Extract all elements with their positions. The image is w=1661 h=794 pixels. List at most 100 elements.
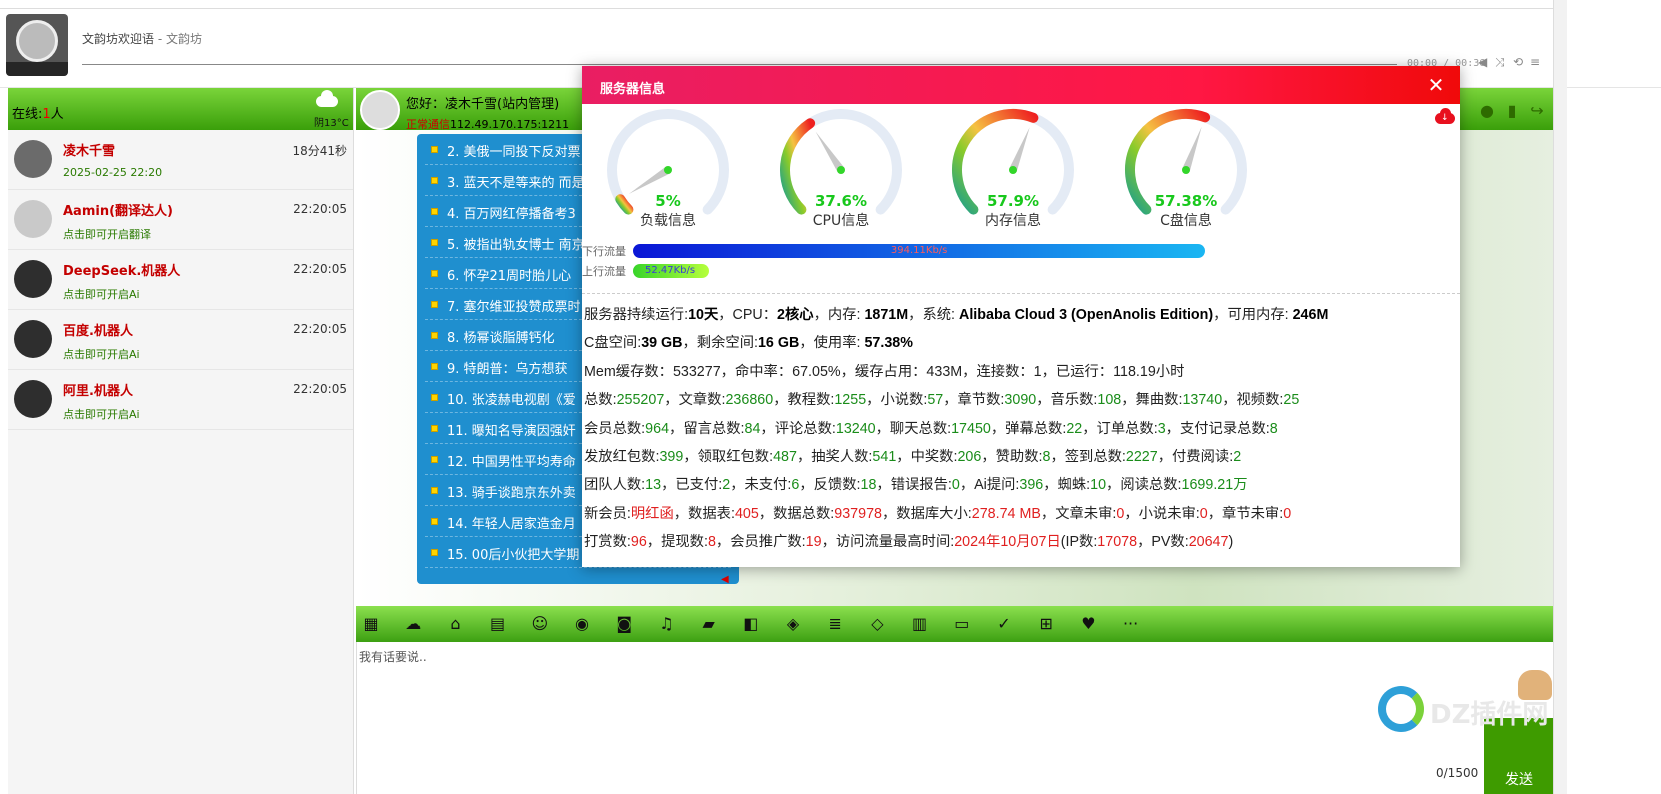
user-avatar[interactable] (14, 320, 52, 358)
speaker-icon[interactable]: ◀ (721, 574, 729, 584)
stats-label: ，内存: (813, 307, 865, 323)
welcome-title: 文韵坊欢迎语 (82, 32, 155, 46)
id-card-icon[interactable]: ▤ (488, 614, 508, 634)
bank-icon[interactable]: ⌂ (445, 614, 465, 634)
grid-icon[interactable]: ▦ (361, 614, 381, 634)
stats-label: ，聊天总数: (875, 420, 952, 437)
music-icon[interactable]: ♫ (656, 614, 676, 634)
stats-label: ，小说数: (866, 392, 928, 409)
stats-label: ，评论总数: (760, 420, 836, 437)
message-input[interactable]: 我有话要说.. (359, 648, 427, 665)
stats-label: ，小说未审: (1124, 505, 1200, 522)
smile-icon[interactable]: ☺ (530, 614, 550, 634)
user-name[interactable]: 百度.机器人 (63, 320, 133, 339)
user-desc: 点击即可开启翻译 (63, 228, 151, 241)
news-title[interactable]: 10. 张凌赫电视剧《爱 (447, 389, 576, 408)
news-title[interactable]: 15. 00后小伙把大学期 (447, 544, 579, 563)
diamond-icon[interactable]: ◇ (867, 614, 887, 634)
stats-value: 57 (927, 392, 944, 409)
puzzle-icon[interactable]: ◧ (741, 614, 761, 634)
user-list-item[interactable]: Aamin(翻译达人) 点击即可开启翻译 22:20:05 (8, 190, 353, 250)
rss-icon[interactable]: ◈ (783, 614, 803, 634)
user-name[interactable]: Aamin(翻译达人) (63, 200, 173, 219)
stats-label: 会员总数: (584, 420, 646, 437)
chat-toolbar: ▦ ☁ ⌂ ▤ ☺ ◉ ◙ ♫ ▰ ◧ ◈ ≣ ◇ ▥ ▭ ✓ ⊞ ♥ ··· (356, 606, 1553, 642)
user-list-item[interactable]: 阿里.机器人 点击即可开启Ai 22:20:05 (8, 370, 353, 430)
user-avatar[interactable] (14, 140, 52, 178)
news-title[interactable]: 2. 美俄一同投下反对票 (447, 141, 581, 160)
news-title[interactable]: 11. 曝知名导演因强奸 (447, 420, 576, 439)
heart-icon[interactable]: ♥ (1078, 614, 1098, 634)
stats-label: (IP数: (1060, 534, 1098, 551)
connection-info: 正常通信112.49.170.175:1211 (406, 116, 569, 132)
stats-value: 10天 (688, 307, 719, 323)
site-avatar[interactable] (6, 14, 68, 76)
repeat-icon[interactable]: ⟲ (1513, 55, 1523, 69)
news-title[interactable]: 3. 蓝天不是等来的 而是 (447, 172, 585, 191)
shuffle-icon[interactable]: ⤨ (1495, 55, 1505, 70)
bell-icon[interactable]: ● (1478, 102, 1496, 120)
message-input-area[interactable]: 我有话要说.. 0/1500 发送 (356, 642, 1554, 794)
camera-icon[interactable]: ◙ (614, 614, 634, 634)
news-title[interactable]: 6. 怀孕21周时胎儿心 (447, 265, 571, 284)
news-title[interactable]: 13. 骑手谈跑京东外卖 (447, 482, 576, 501)
stats-value: 236860 (725, 392, 774, 409)
share-icon[interactable]: ↪ (1528, 102, 1546, 120)
list-icon[interactable]: ≡ (1530, 55, 1540, 69)
folder-icon[interactable]: ▰ (699, 614, 719, 634)
stats-row: 总数:255207，文章数:236860，教程数:1255，小说数:57，章节数… (584, 386, 1458, 414)
close-icon[interactable]: ✕ (1426, 75, 1446, 95)
player-progress[interactable] (82, 64, 1397, 65)
vertical-scrollbar[interactable] (1553, 0, 1567, 794)
user-name[interactable]: DeepSeek.机器人 (63, 260, 180, 279)
cloud-download-icon[interactable]: ↓ (1435, 108, 1455, 124)
bullet-icon (431, 487, 438, 494)
welcome-text: 文韵坊欢迎语 - 文韵坊 (82, 32, 202, 46)
more-icon[interactable]: ··· (1121, 614, 1141, 634)
stats-value: 13240 (835, 420, 876, 437)
stats-value: 964 (645, 420, 670, 437)
user-list-item[interactable]: 百度.机器人 点击即可开启Ai 22:20:05 (8, 310, 353, 370)
stats-value: 541 (872, 448, 897, 465)
news-title[interactable]: 12. 中国男性平均寿命 (447, 451, 576, 470)
trash-icon[interactable]: ▮ (1503, 102, 1521, 120)
user-name[interactable]: 凌木千雪 (63, 140, 115, 159)
stats-label: ，数据库大小: (881, 505, 972, 522)
user-name[interactable]: 阿里.机器人 (63, 380, 133, 399)
cloud-icon[interactable]: ☁ (403, 614, 423, 634)
user-circle-icon[interactable]: ◉ (572, 614, 592, 634)
monitor-icon[interactable]: ▭ (952, 614, 972, 634)
stats-value: 1871M (864, 307, 909, 323)
bullet-icon (431, 363, 438, 370)
user-list-item[interactable]: 凌木千雪 2025-02-25 22:20 18分41秒 (8, 130, 353, 190)
gauge: 57.9% 内存信息 (943, 106, 1083, 236)
stats-label: ，领取红包数: (683, 448, 774, 465)
up-flow-label: 上行流量 (582, 265, 626, 278)
user-avatar[interactable] (14, 380, 52, 418)
news-title[interactable]: 5. 被指出轨女博士 南京 (447, 234, 585, 253)
stats-label: ，支付记录总数: (1165, 420, 1270, 437)
windows-icon[interactable]: ⊞ (1036, 614, 1056, 634)
user-list-item[interactable]: DeepSeek.机器人 点击即可开启Ai 22:20:05 (8, 250, 353, 310)
user-avatar[interactable] (14, 260, 52, 298)
volume-icon[interactable]: ◀ (1478, 55, 1487, 69)
news-title[interactable]: 14. 年轻人居家造金月 (447, 513, 576, 532)
stats-label: ，系统: (908, 307, 959, 323)
stats-label: ，数据表: (673, 505, 735, 522)
current-user-avatar[interactable] (360, 90, 400, 130)
news-title[interactable]: 7. 塞尔维亚投赞成票时 (447, 296, 581, 315)
database-icon[interactable]: ▥ (910, 614, 930, 634)
stats-label: ，教程数: (773, 392, 835, 409)
gauge-needle (1009, 127, 1030, 172)
server-icon[interactable]: ≣ (825, 614, 845, 634)
news-title[interactable]: 4. 百万网红停播备考3 (447, 203, 576, 222)
user-avatar[interactable] (14, 200, 52, 238)
news-title[interactable]: 8. 杨幂谈脂膊钙化 (447, 327, 555, 346)
twitter-icon[interactable]: ✓ (994, 614, 1014, 634)
stats-value: 10 (1090, 477, 1107, 494)
stats-value: 0 (951, 477, 960, 494)
down-flow-label: 下行流量 (582, 245, 626, 258)
stats-row: C盘空间:39 GB，剩余空间:16 GB，使用率: 57.38% (584, 329, 1458, 357)
news-title[interactable]: 9. 特朗普：乌方想获 (447, 358, 568, 377)
stats-label: ，会员推广数: (715, 534, 806, 551)
